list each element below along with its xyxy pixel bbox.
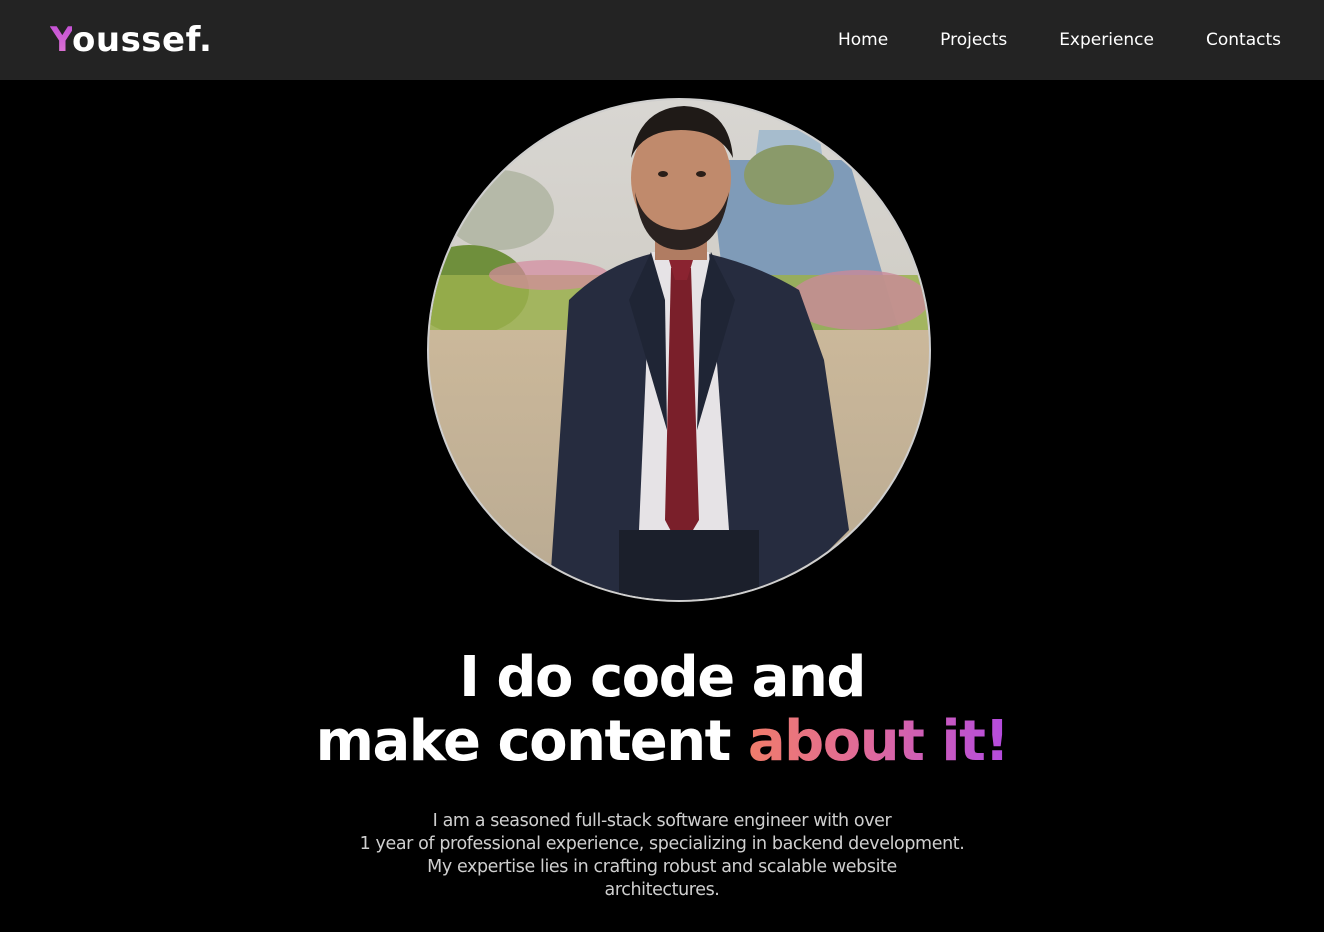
- headline-accent: about it!: [747, 709, 1010, 774]
- nav-link-home[interactable]: Home: [838, 28, 888, 52]
- site-logo[interactable]: Youssef.: [50, 18, 212, 62]
- bio-line: My expertise lies in crafting robust and…: [427, 857, 897, 877]
- headline-line-1: I do code and: [459, 645, 866, 710]
- profile-photo: [427, 98, 931, 602]
- bio-line: architectures.: [604, 880, 720, 900]
- bio-line: I am a seasoned full-stack software engi…: [432, 811, 892, 831]
- hero-section: I do code and make content about it! I a…: [0, 80, 1324, 932]
- hero-headline: I do code and make content about it!: [0, 646, 1324, 774]
- bio-line: 1 year of professional experience, speci…: [359, 834, 965, 854]
- top-navbar: Youssef. Home Projects Experience Contac…: [0, 0, 1324, 80]
- nav-menu: Home Projects Experience Contacts: [838, 28, 1281, 52]
- nav-link-projects[interactable]: Projects: [940, 28, 1007, 52]
- logo-text: oussef.: [72, 20, 213, 60]
- bio-paragraph: I am a seasoned full-stack software engi…: [312, 810, 1012, 902]
- logo-initial: Y: [50, 20, 72, 60]
- headline-line-2: make content: [315, 709, 748, 774]
- nav-link-experience[interactable]: Experience: [1059, 28, 1154, 52]
- nav-link-contacts[interactable]: Contacts: [1206, 28, 1281, 52]
